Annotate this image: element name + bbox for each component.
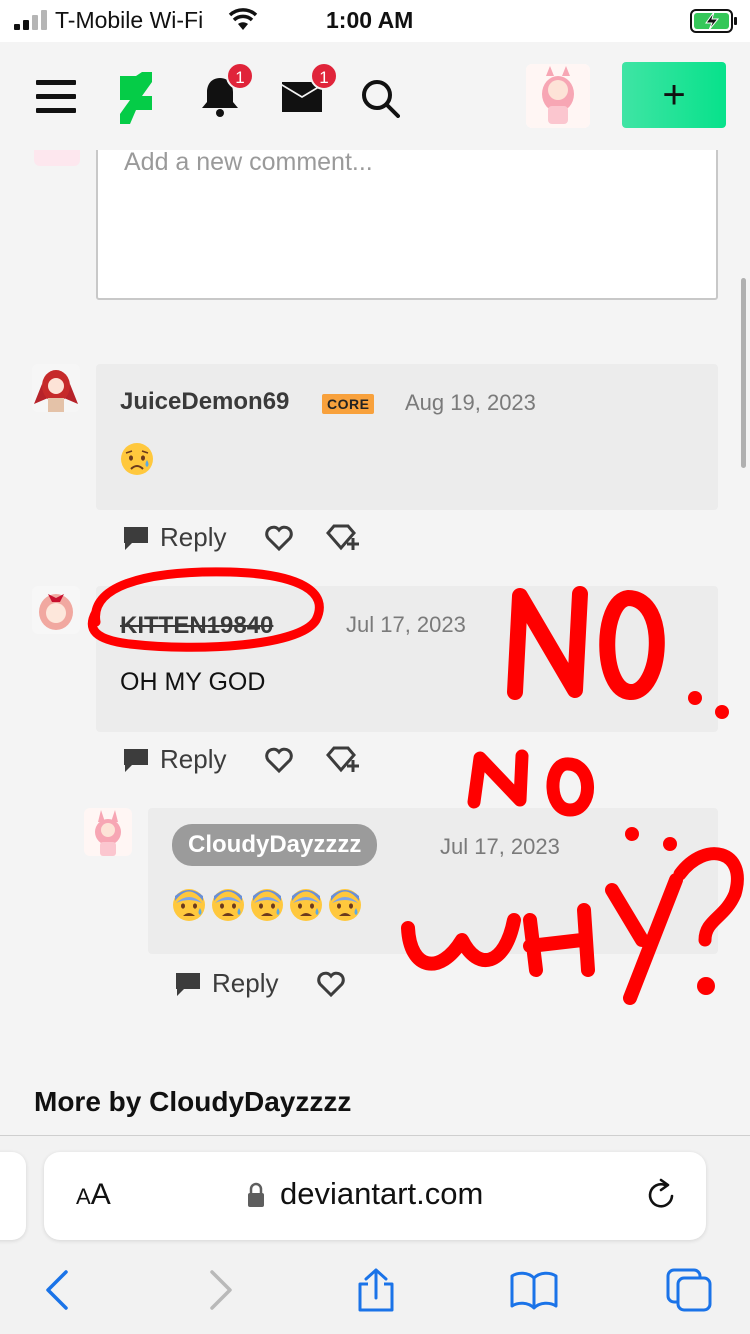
notifications-button[interactable]: 1 <box>198 62 254 118</box>
status-bar: T-Mobile Wi-Fi 1:00 AM <box>0 0 750 42</box>
wifi-icon <box>228 8 258 30</box>
tabs-icon[interactable] <box>666 1268 714 1312</box>
deviantart-logo-icon[interactable] <box>118 72 154 124</box>
search-icon[interactable] <box>360 78 400 118</box>
share-icon[interactable] <box>354 1268 398 1312</box>
bookmarks-icon[interactable] <box>510 1268 558 1312</box>
scrollbar[interactable] <box>741 278 746 468</box>
anime-avatar-icon <box>526 64 590 128</box>
user-avatar[interactable] <box>526 64 590 128</box>
cell-signal-icon <box>14 10 47 30</box>
address-bar[interactable]: AA deviantart.com <box>44 1152 706 1240</box>
back-arrow-icon[interactable] <box>36 1268 80 1312</box>
forward-arrow-icon[interactable] <box>198 1268 242 1312</box>
reload-icon[interactable] <box>644 1178 678 1212</box>
carrier-label: T-Mobile Wi-Fi <box>55 7 204 33</box>
app-header: 1 1 + <box>0 42 750 150</box>
notifications-badge: 1 <box>226 62 254 90</box>
url-text[interactable]: deviantart.com <box>280 1176 483 1212</box>
comments-section: Add a new comment... JuiceDemon69 CORE A… <box>0 150 750 1136</box>
messages-badge: 1 <box>310 62 338 90</box>
previous-tab-edge[interactable] <box>0 1152 26 1240</box>
lock-icon <box>248 1182 264 1207</box>
screen: T-Mobile Wi-Fi 1:00 AM 1 1 + Add a new c… <box>0 0 750 1334</box>
red-ink-scribble <box>87 567 744 1005</box>
more-by-heading: More by CloudyDayzzzz <box>34 1086 352 1117</box>
battery-charging-icon <box>690 9 737 33</box>
handwritten-annotations <box>87 567 744 1005</box>
browser-toolbar: AA deviantart.com <box>0 1136 750 1334</box>
clock: 1:00 AM <box>326 7 414 33</box>
page-settings-button[interactable]: AA <box>76 1178 111 1212</box>
submit-deviation-button[interactable]: + <box>622 62 726 128</box>
messages-button[interactable]: 1 <box>278 62 338 118</box>
hamburger-menu-icon[interactable] <box>36 80 76 114</box>
